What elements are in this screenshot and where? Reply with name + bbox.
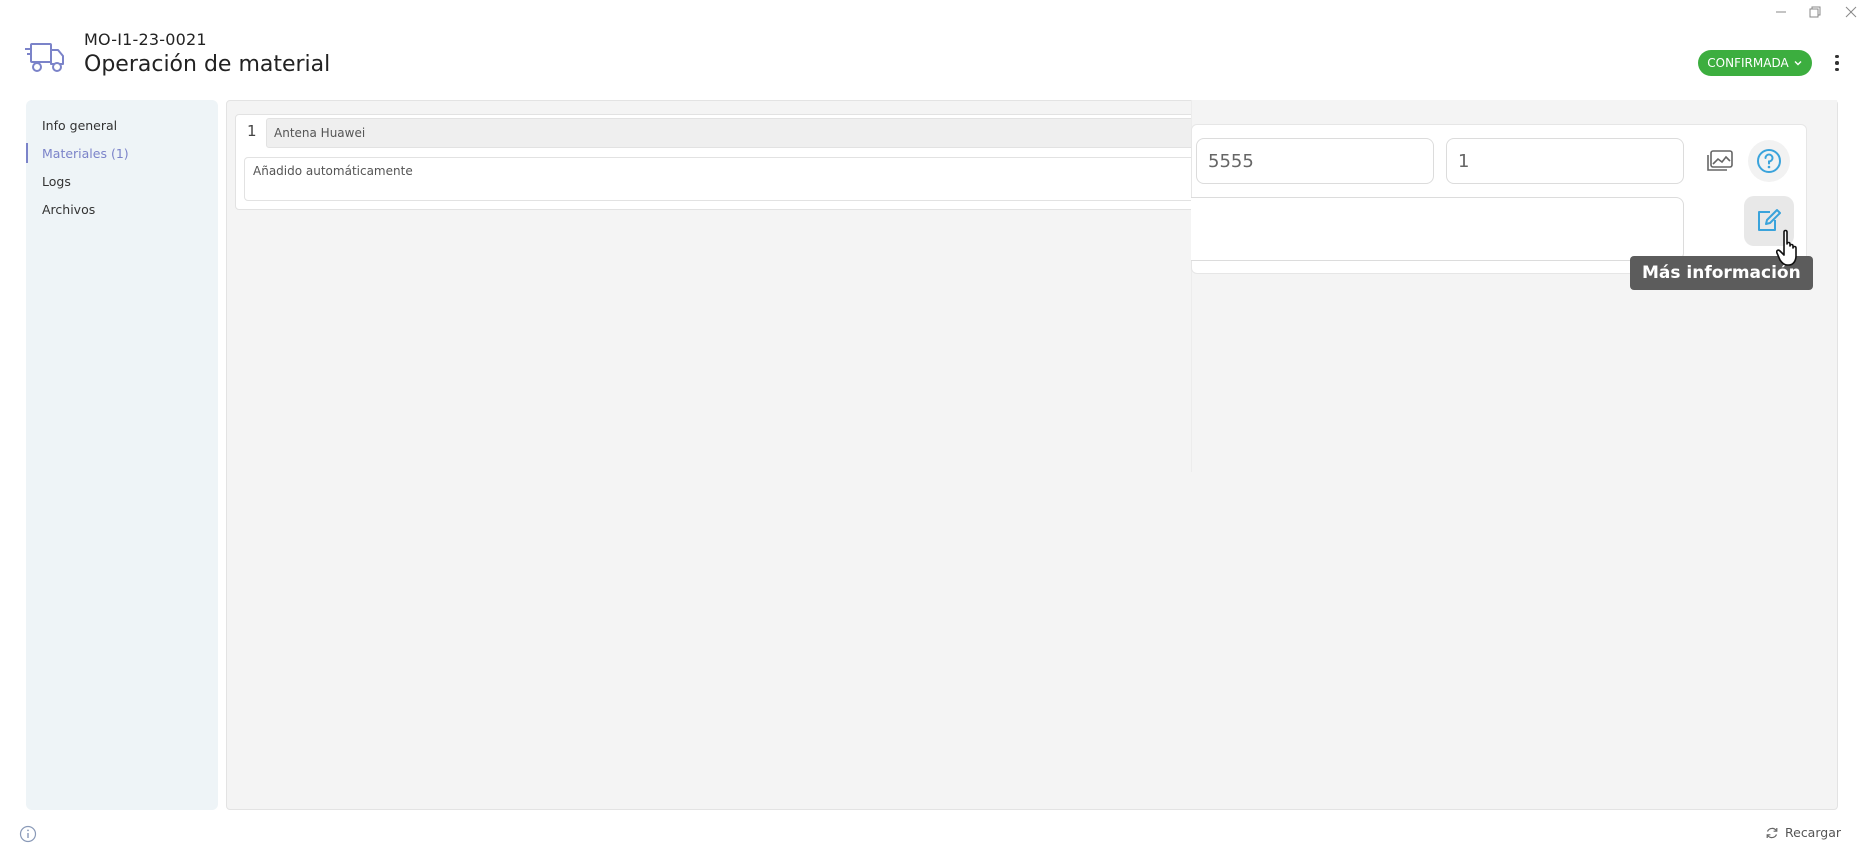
sidebar-item-label: Materiales (1): [42, 145, 129, 161]
sidebar-item-label: Logs: [42, 173, 71, 189]
quantity-field[interactable]: 1: [1446, 138, 1684, 184]
close-icon: [1845, 6, 1857, 18]
minimize-icon: [1776, 11, 1786, 13]
image-button[interactable]: [1704, 146, 1736, 176]
chevron-down-icon: [1794, 61, 1802, 66]
minimize-button[interactable]: [1766, 2, 1796, 22]
reload-button[interactable]: Recargar: [1765, 825, 1841, 840]
material-name-field[interactable]: Antena Huawei: [266, 118, 1226, 148]
material-note-field[interactable]: Añadido automáticamente: [244, 157, 1234, 201]
info-icon[interactable]: [19, 825, 37, 843]
reload-label: Recargar: [1785, 825, 1841, 840]
hand-cursor-icon: [1776, 229, 1797, 266]
zoom-note-field[interactable]: [1191, 197, 1684, 261]
sidebar-item-archivos[interactable]: Archivos: [26, 197, 218, 221]
question-circle-icon: [1757, 149, 1781, 173]
sidebar-item-label: Archivos: [42, 201, 96, 217]
kebab-dot: [1835, 67, 1839, 72]
sidebar-item-logs[interactable]: Logs: [26, 169, 218, 193]
status-dropdown-button[interactable]: CONFIRMADA: [1698, 50, 1812, 76]
more-options-button[interactable]: [1828, 50, 1846, 76]
close-window-button[interactable]: [1836, 2, 1863, 22]
help-button[interactable]: [1748, 140, 1790, 182]
status-label: CONFIRMADA: [1707, 56, 1789, 70]
refresh-icon: [1766, 827, 1778, 838]
material-row-index: 1: [247, 122, 257, 140]
image-icon: [1707, 150, 1733, 171]
sidebar-item-materiales[interactable]: Materiales (1): [26, 141, 218, 165]
sidebar-item-label: Info general: [42, 117, 118, 133]
document-code: MO-I1-23-0021: [84, 30, 207, 49]
code-field[interactable]: 5555: [1196, 138, 1434, 184]
page-title: Operación de material: [84, 52, 331, 77]
sidebar: Info general Materiales (1) Logs Archivo…: [26, 100, 218, 810]
truck-icon: [25, 43, 64, 72]
kebab-dot: [1835, 61, 1839, 65]
sidebar-item-info-general[interactable]: Info general: [26, 113, 218, 137]
kebab-dot: [1835, 54, 1839, 59]
restore-icon: [1809, 6, 1821, 18]
restore-button[interactable]: [1800, 2, 1830, 22]
